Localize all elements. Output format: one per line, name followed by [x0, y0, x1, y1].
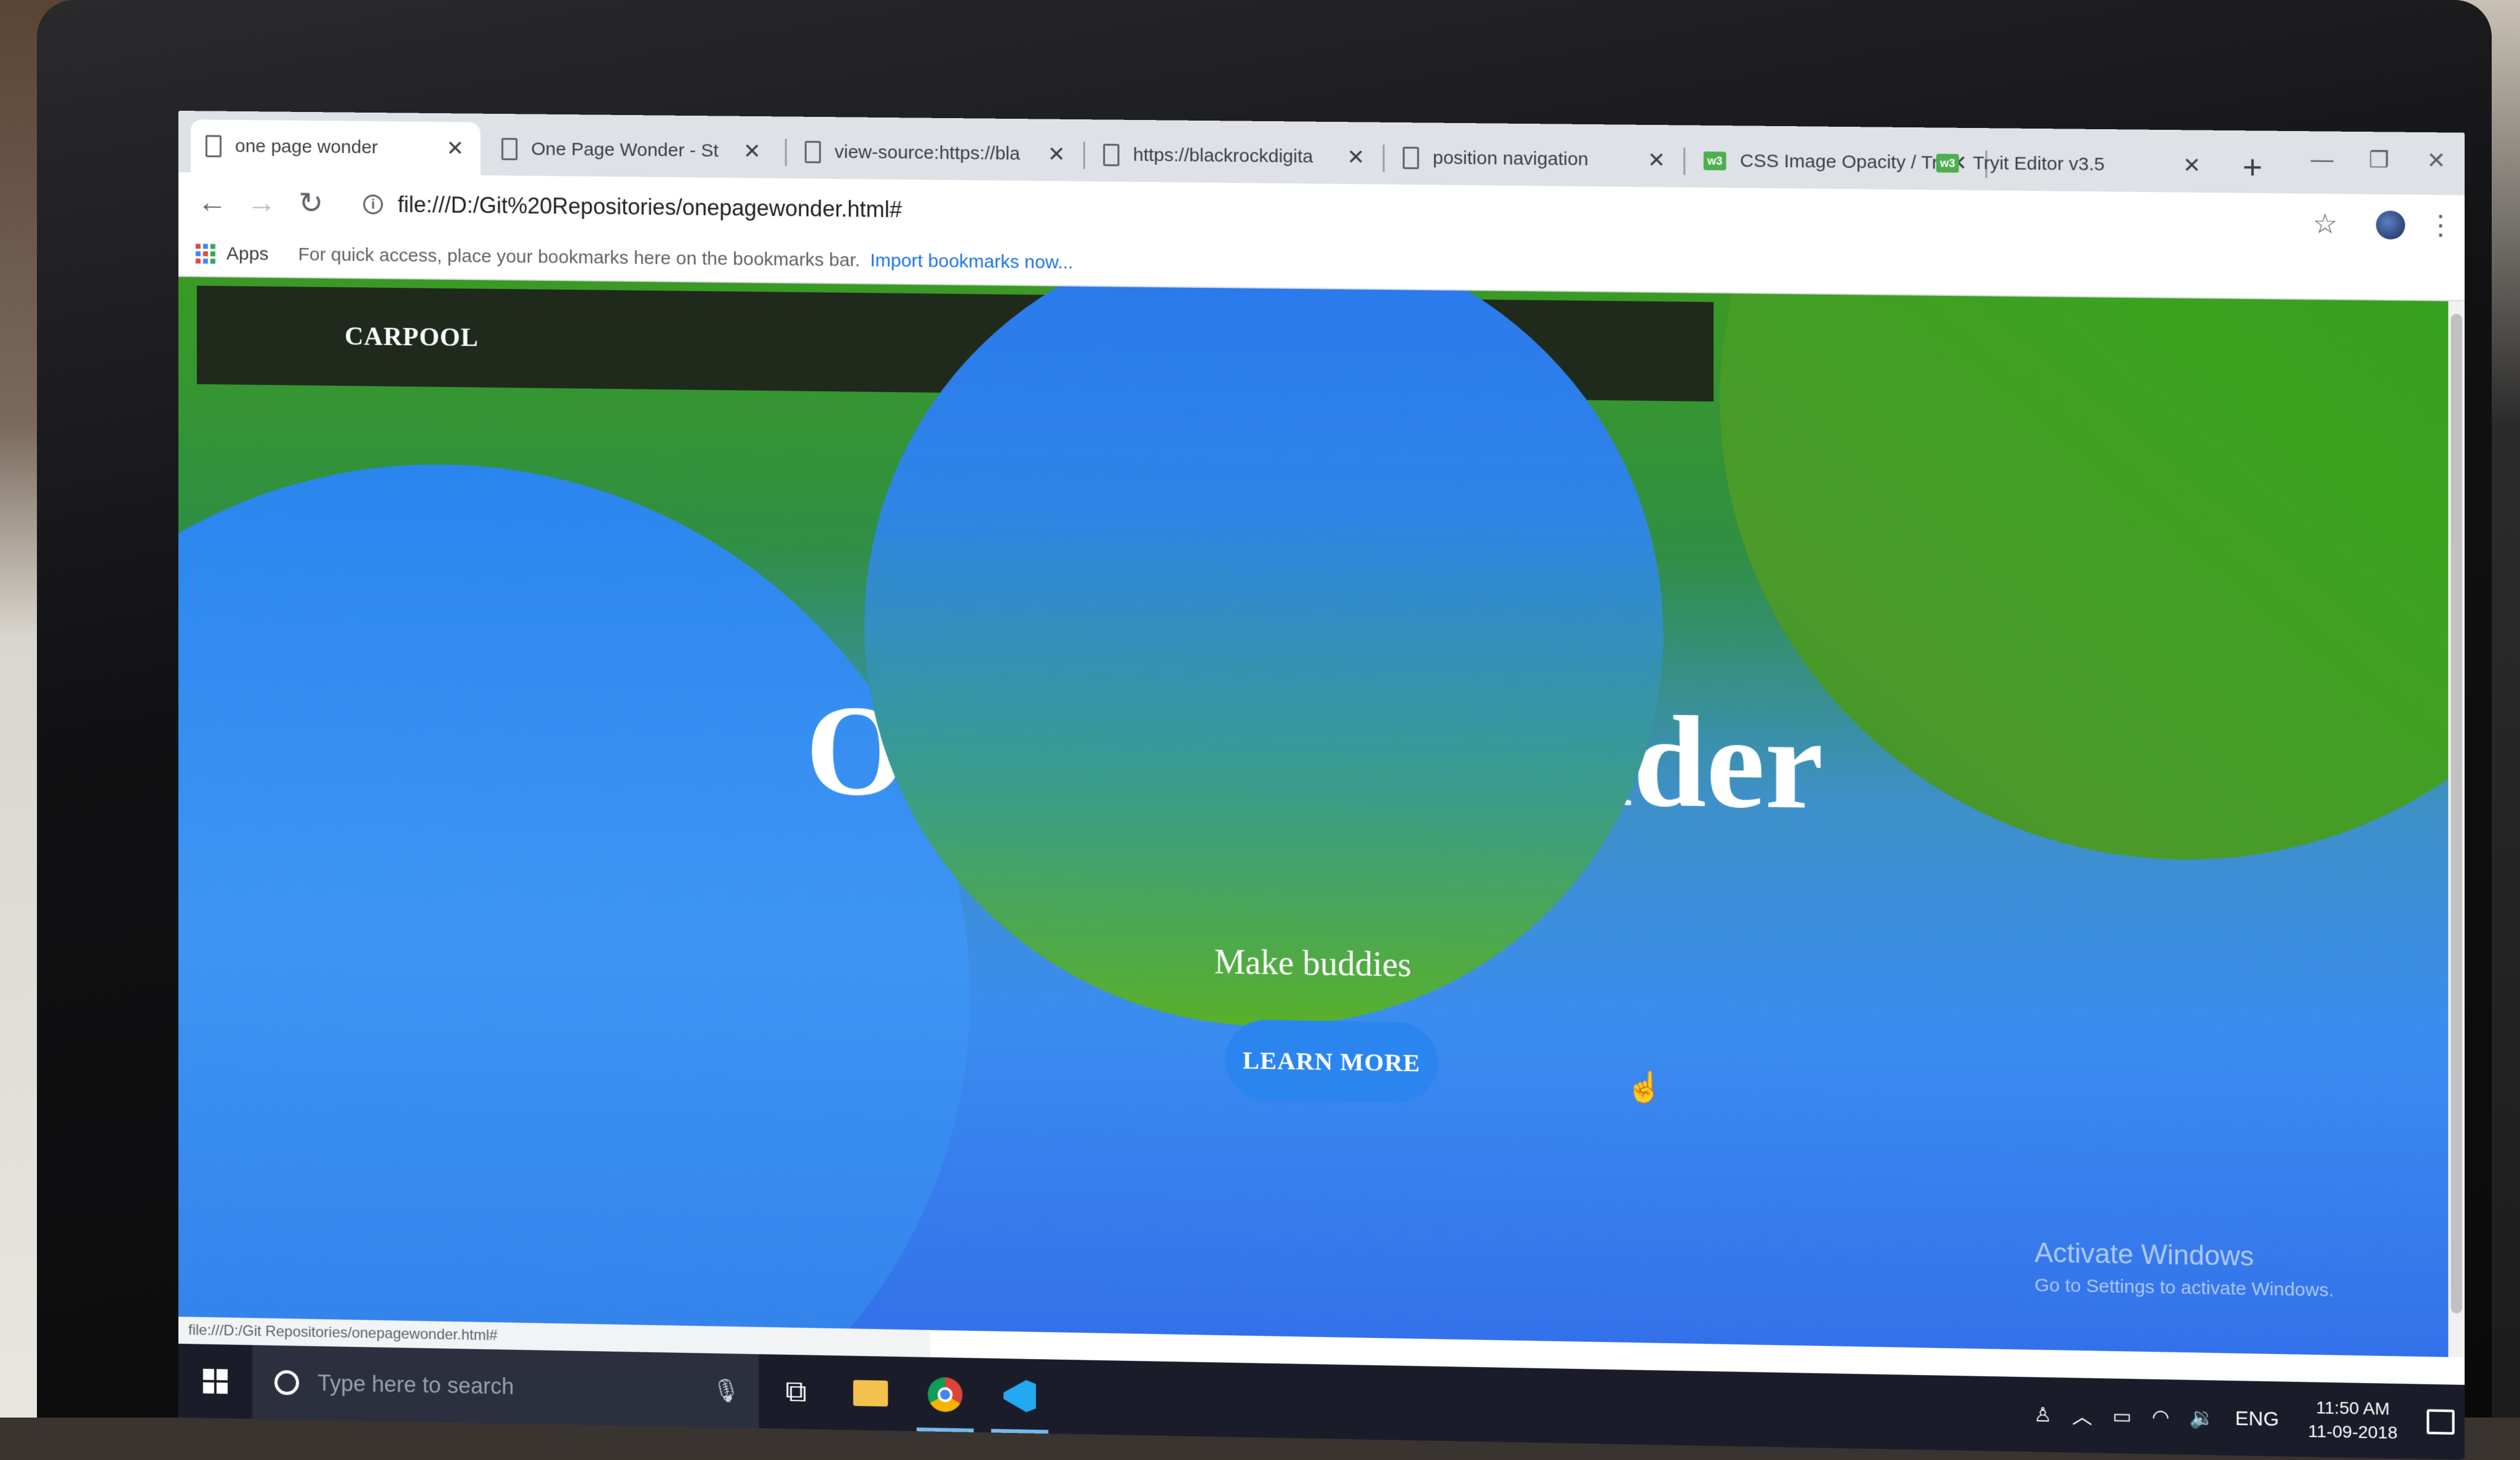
page-icon	[501, 138, 518, 161]
tab-separator	[784, 138, 787, 166]
close-tab-icon[interactable]: ✕	[1346, 145, 1367, 170]
info-icon[interactable]: i	[363, 194, 383, 215]
brand-link[interactable]: CARPOOL	[345, 287, 479, 388]
close-window-icon[interactable]: ✕	[2401, 138, 2465, 183]
wifi-icon[interactable]: ◠	[2152, 1405, 2170, 1429]
tab-title: one page wonder	[235, 135, 378, 158]
tab-view-source[interactable]: view-source:https://bla ✕	[790, 126, 1082, 182]
taskbar-search[interactable]: Type here to search 🎙	[252, 1345, 759, 1429]
profile-avatar[interactable]	[2375, 210, 2406, 240]
scrollbar-thumb[interactable]	[2450, 313, 2463, 1314]
apps-grid-icon[interactable]	[195, 244, 216, 264]
clock[interactable]: 11:50 AM 11-09-2018	[2308, 1396, 2398, 1445]
w3schools-icon: w3	[1703, 151, 1726, 170]
windows-logo-icon	[202, 1368, 228, 1394]
tab-separator	[1683, 147, 1686, 175]
forward-icon[interactable]: →	[240, 182, 283, 225]
tab-title: One Page Wonder - St	[531, 138, 719, 161]
cortana-icon	[274, 1370, 300, 1395]
tab-one-page-wonder-st[interactable]: One Page Wonder - St ✕	[487, 122, 778, 178]
activate-windows-watermark: Activate Windows Go to Settings to activ…	[2035, 1237, 2334, 1301]
close-tab-icon[interactable]: ✕	[1646, 148, 1667, 173]
close-tab-icon[interactable]: ✕	[741, 139, 762, 164]
system-tray: ♙ ︿ ▭ ◠ 🔉 ENG 11:50 AM 11-09-2018	[2024, 1390, 2465, 1446]
close-tab-icon[interactable]: ✕	[1046, 142, 1067, 167]
screen: one page wonder ✕ One Page Wonder - St ✕…	[178, 111, 2465, 1460]
search-placeholder: Type here to search	[317, 1370, 514, 1399]
page-icon	[1103, 143, 1120, 167]
tab-title: CSS Image Opacity / Tr	[1740, 150, 1939, 174]
watermark-subtitle: Go to Settings to activate Windows.	[2035, 1275, 2334, 1301]
tab-title: https://blackrockdigita	[1133, 145, 1314, 167]
menu-icon[interactable]: ⋮	[2426, 204, 2454, 248]
address-url: file:///D:/Git%20Repositories/onepagewon…	[397, 191, 902, 223]
battery-icon[interactable]: ▭	[2113, 1404, 2132, 1428]
vscode-taskbar-icon[interactable]	[983, 1358, 1057, 1434]
tab-title: Tryit Editor v3.5	[1972, 153, 2105, 175]
volume-icon[interactable]: 🔉	[2190, 1405, 2215, 1429]
file-explorer-icon[interactable]	[833, 1355, 907, 1431]
page-scrollbar[interactable]	[2448, 301, 2465, 1358]
page-viewport: CARPOOL One Page Wonder Share ride Make …	[178, 277, 2465, 1358]
chrome-taskbar-icon[interactable]	[908, 1357, 983, 1432]
back-icon[interactable]: ←	[191, 181, 234, 225]
new-tab-button[interactable]: +	[2230, 145, 2275, 189]
page-icon	[805, 140, 821, 164]
w3schools-icon: w3	[1936, 153, 1960, 173]
tab-separator	[1083, 142, 1085, 169]
microphone-icon[interactable]: 🎙	[712, 1378, 740, 1404]
clock-date: 11-09-2018	[2308, 1421, 2398, 1443]
tab-title: position navigation	[1432, 147, 1589, 170]
action-center-icon[interactable]	[2426, 1409, 2455, 1435]
tab-tryit-editor[interactable]: w3 Tryit Editor v3.5 ✕	[1921, 136, 2218, 193]
close-tab-icon[interactable]: ✕	[445, 136, 466, 161]
tab-blackrockdigital[interactable]: https://blackrockdigita ✕	[1088, 128, 1382, 184]
bookmark-star-icon[interactable]: ☆	[2313, 202, 2338, 246]
tab-title: view-source:https://bla	[834, 142, 1020, 164]
page-icon	[1403, 146, 1419, 169]
language-indicator[interactable]: ENG	[2235, 1406, 2279, 1430]
import-bookmarks-link[interactable]: Import bookmarks now...	[870, 250, 1073, 274]
show-hidden-icons-icon[interactable]: ︿	[2072, 1401, 2092, 1430]
people-icon[interactable]: ♙	[2034, 1403, 2052, 1427]
hand-cursor-icon: ☝	[1625, 1071, 1664, 1105]
task-view-icon[interactable]: ⧉	[759, 1354, 834, 1430]
apps-link[interactable]: Apps	[226, 244, 268, 265]
tab-separator	[1382, 145, 1385, 172]
tab-one-page-wonder[interactable]: one page wonder ✕	[190, 119, 480, 175]
tab-position-navigation[interactable]: position navigation ✕	[1388, 131, 1683, 188]
start-button[interactable]	[178, 1344, 252, 1419]
reload-icon[interactable]: ↻	[289, 182, 332, 226]
learn-more-button[interactable]: LEARN MORE	[1225, 1019, 1438, 1104]
windows-taskbar: Type here to search 🎙 ⧉ ♙ ︿ ▭ ◠ 🔉 ENG 11…	[178, 1344, 2465, 1460]
bookmarks-hint: For quick access, place your bookmarks h…	[298, 244, 861, 271]
page-icon	[205, 135, 222, 158]
watermark-title: Activate Windows	[2035, 1237, 2254, 1272]
close-tab-icon[interactable]: ✕	[2181, 153, 2203, 178]
